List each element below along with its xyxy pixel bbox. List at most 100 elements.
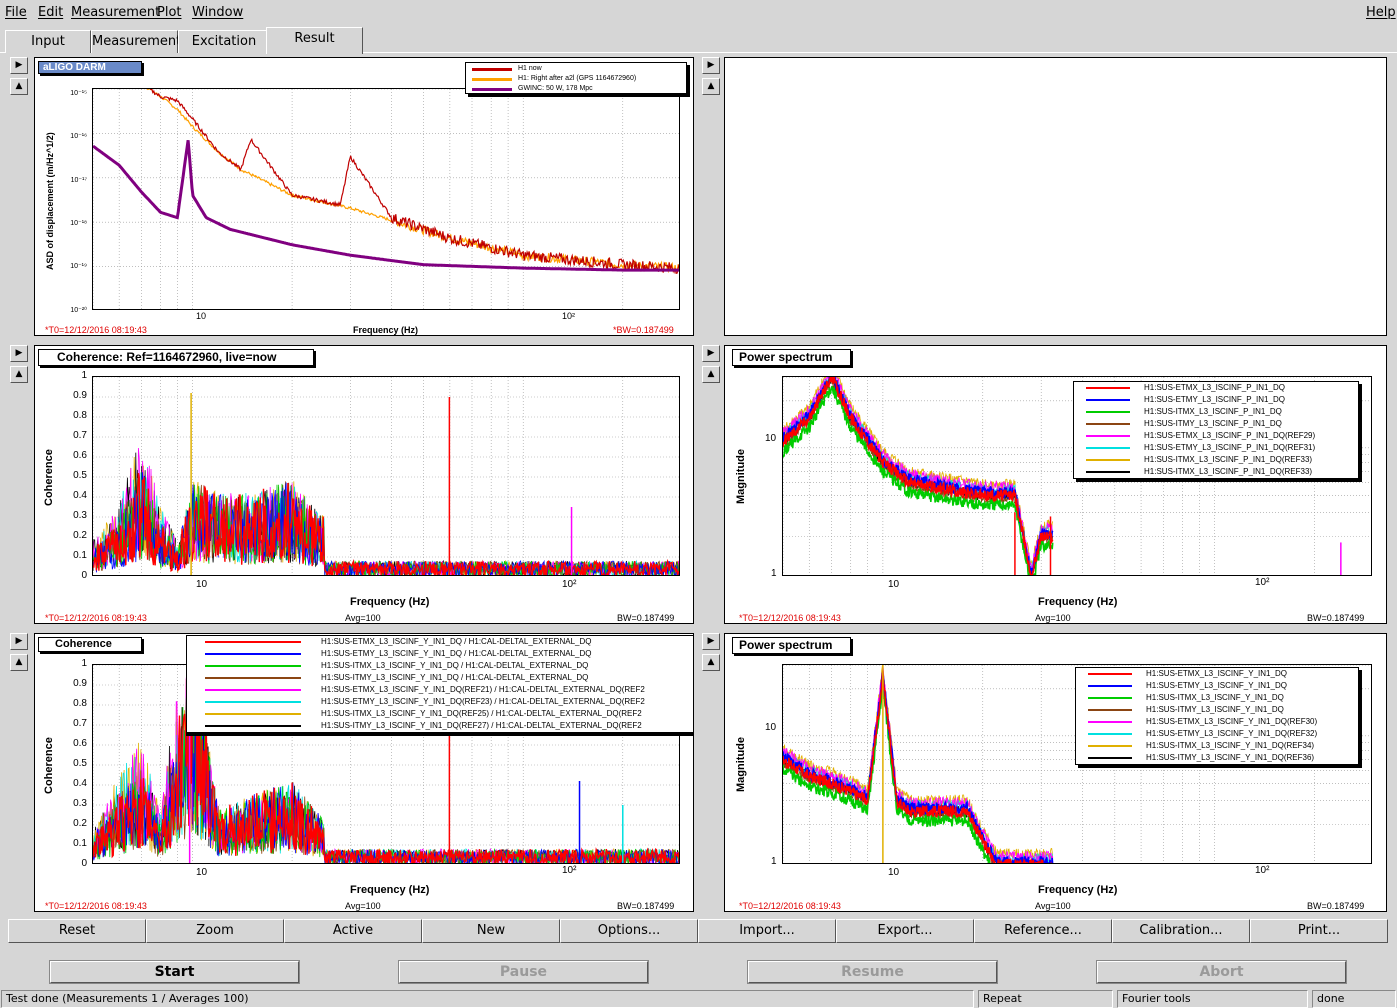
ytick-label: 0.5 [73, 758, 87, 769]
ytick-label: 0 [81, 858, 87, 869]
tab-excitation[interactable]: Excitation [178, 30, 270, 53]
tab-input[interactable]: Input [5, 30, 91, 53]
ytick-label: 10⁻¹⁶ [70, 133, 87, 141]
legend-swatch [1088, 697, 1132, 699]
panel3-avg: Avg=100 [345, 613, 381, 623]
menu-plot[interactable]: Plot [157, 5, 182, 20]
pad4-options-icon[interactable]: ▲ [702, 366, 720, 383]
panel6-bw: BW=0.187499 [1307, 901, 1365, 911]
ytick-label: 0.2 [73, 818, 87, 829]
legend-label: H1:SUS-ETMX_L3_ISCINF_Y_IN1_DQ(REF30) [1146, 717, 1318, 726]
options-button[interactable]: Options... [560, 919, 698, 943]
menu-window[interactable]: Window [192, 5, 243, 20]
panel3-xtick-10: 10 [196, 579, 208, 590]
legend-swatch [1088, 709, 1132, 711]
legend-swatch [1086, 471, 1130, 473]
legend-label: H1:SUS-ITMY_L3_ISCINF_Y_IN1_DQ [1146, 705, 1284, 714]
panel6-xtick-100: 10² [1255, 865, 1270, 876]
legend-entry: H1:SUS-ETMX_L3_ISCINF_P_IN1_DQ [1074, 382, 1358, 394]
ytick-label: 0.5 [73, 470, 87, 481]
panel1-t0: *T0=12/12/2016 08:19:43 [45, 325, 147, 335]
ytick-label: 0.7 [73, 718, 87, 729]
ytick-label: 0.2 [73, 530, 87, 541]
abort-button[interactable]: Abort [1096, 960, 1347, 984]
legend-entry: H1:SUS-ETMY_L3_ISCINF_Y_IN1_DQ(REF32) [1076, 728, 1358, 740]
resume-button[interactable]: Resume [747, 960, 998, 984]
pad1-options-icon[interactable]: ▲ [10, 78, 28, 95]
legend-swatch [1088, 745, 1132, 747]
legend-label: GWINC: 50 W, 178 Mpc [518, 85, 593, 92]
legend-label: H1:SUS-ITMY_L3_ISCINF_Y_IN1_DQ / H1:CAL-… [321, 673, 589, 682]
pad5-options-icon[interactable]: ▲ [10, 654, 28, 671]
import-button[interactable]: Import... [698, 919, 836, 943]
legend-label: H1:SUS-ITMX_L3_ISCINF_P_IN1_DQ(REF33) [1144, 467, 1313, 476]
legend-label: H1:SUS-ETMX_L3_ISCINF_Y_IN1_DQ [1146, 669, 1287, 678]
panel1-title: aLIGO DARM [38, 61, 142, 74]
coherence-p-panel: Coherence: Ref=1164672960, live=now 1 0.9… [34, 345, 694, 624]
panel1-ylabel: ASD of displacement (m/Hz^1/2) [45, 132, 55, 270]
tab-result[interactable]: Result [266, 27, 363, 54]
legend-swatch [472, 78, 512, 81]
menu-help[interactable]: Help [1366, 5, 1396, 20]
active-button[interactable]: Active [284, 919, 422, 943]
tab-bar: Input Measurement Excitation Result [0, 27, 1397, 54]
menu-edit[interactable]: Edit [38, 5, 63, 20]
power-y-panel: Power spectrum H1:SUS-ETMX_L3_ISCINF_Y_I… [724, 633, 1387, 912]
menu-measurement[interactable]: Measurement [71, 5, 160, 20]
start-button[interactable]: Start [49, 960, 300, 984]
panel1-xtick-100: 10² [562, 311, 576, 321]
panel3-t0: *T0=12/12/2016 08:19:43 [45, 613, 147, 623]
panel5-avg: Avg=100 [345, 901, 381, 911]
legend-swatch [205, 677, 301, 679]
print-button[interactable]: Print... [1250, 919, 1388, 943]
pad4-expand-icon[interactable]: ▶ [702, 345, 720, 362]
calibration-button[interactable]: Calibration... [1112, 919, 1250, 943]
reference-button[interactable]: Reference... [974, 919, 1112, 943]
legend-label: H1:SUS-ITMY_L3_ISCINF_Y_IN1_DQ(REF27) / … [321, 721, 642, 730]
legend-swatch [1086, 387, 1130, 389]
pad6-options-icon[interactable]: ▲ [702, 654, 720, 671]
legend-swatch [1088, 733, 1132, 735]
ytick-label: 0.6 [73, 738, 87, 749]
legend-swatch [205, 725, 301, 727]
panel5-xtick-100: 10² [562, 865, 577, 876]
export-button[interactable]: Export... [836, 919, 974, 943]
tab-measurement[interactable]: Measurement [91, 30, 181, 53]
pause-button[interactable]: Pause [398, 960, 649, 984]
pad3-expand-icon[interactable]: ▶ [10, 345, 28, 362]
panel6-ytick-1: 1 [771, 856, 777, 867]
panel6-legend: H1:SUS-ETMX_L3_ISCINF_Y_IN1_DQ H1:SUS-ETM… [1075, 667, 1359, 765]
legend-entry: H1:SUS-ETMX_L3_ISCINF_Y_IN1_DQ [1076, 668, 1358, 680]
panel4-ytick-10: 10 [765, 433, 777, 444]
pad3-options-icon[interactable]: ▲ [10, 366, 28, 383]
legend-entry: GWINC: 50 W, 178 Mpc [466, 83, 686, 93]
pad2-options-icon[interactable]: ▲ [702, 78, 720, 95]
coherence-series-0 [93, 472, 679, 575]
status-bar: Test done (Measurements 1 / Averages 100… [0, 990, 1397, 1008]
reset-button[interactable]: Reset [8, 919, 146, 943]
legend-swatch [1088, 721, 1132, 723]
legend-entry: H1:SUS-ETMY_L3_ISCINF_P_IN1_DQ [1074, 394, 1358, 406]
legend-entry: H1:SUS-ITMX_L3_ISCINF_P_IN1_DQ(REF33) [1074, 454, 1358, 466]
legend-label: H1:SUS-ITMX_L3_ISCINF_Y_IN1_DQ(REF25) / … [321, 709, 642, 718]
new-button[interactable]: New [422, 919, 560, 943]
panel6-title: Power spectrum [732, 637, 851, 654]
legend-swatch [1086, 459, 1130, 461]
pad1-expand-icon[interactable]: ▶ [10, 57, 28, 74]
legend-swatch [472, 88, 512, 91]
panel5-t0: *T0=12/12/2016 08:19:43 [45, 901, 147, 911]
pad6-expand-icon[interactable]: ▶ [702, 633, 720, 650]
pad5-expand-icon[interactable]: ▶ [10, 633, 28, 650]
menu-file[interactable]: File [5, 5, 27, 20]
ytick-label: 10⁻²⁰ [70, 306, 87, 314]
panel4-ytick-1: 1 [771, 568, 777, 579]
panel3-title: Coherence: Ref=1164672960, live=now [38, 349, 314, 366]
pad2-expand-icon[interactable]: ▶ [702, 57, 720, 74]
panel6-xlabel: Frequency (Hz) [1038, 884, 1118, 896]
ytick-label: 0 [81, 570, 87, 581]
panel6-ylabel: Magnitude [735, 737, 747, 792]
panel4-xtick-100: 10² [1255, 577, 1270, 588]
ytick-label: 0.9 [73, 678, 87, 689]
zoom-button[interactable]: Zoom [146, 919, 284, 943]
legend-swatch [205, 665, 301, 667]
